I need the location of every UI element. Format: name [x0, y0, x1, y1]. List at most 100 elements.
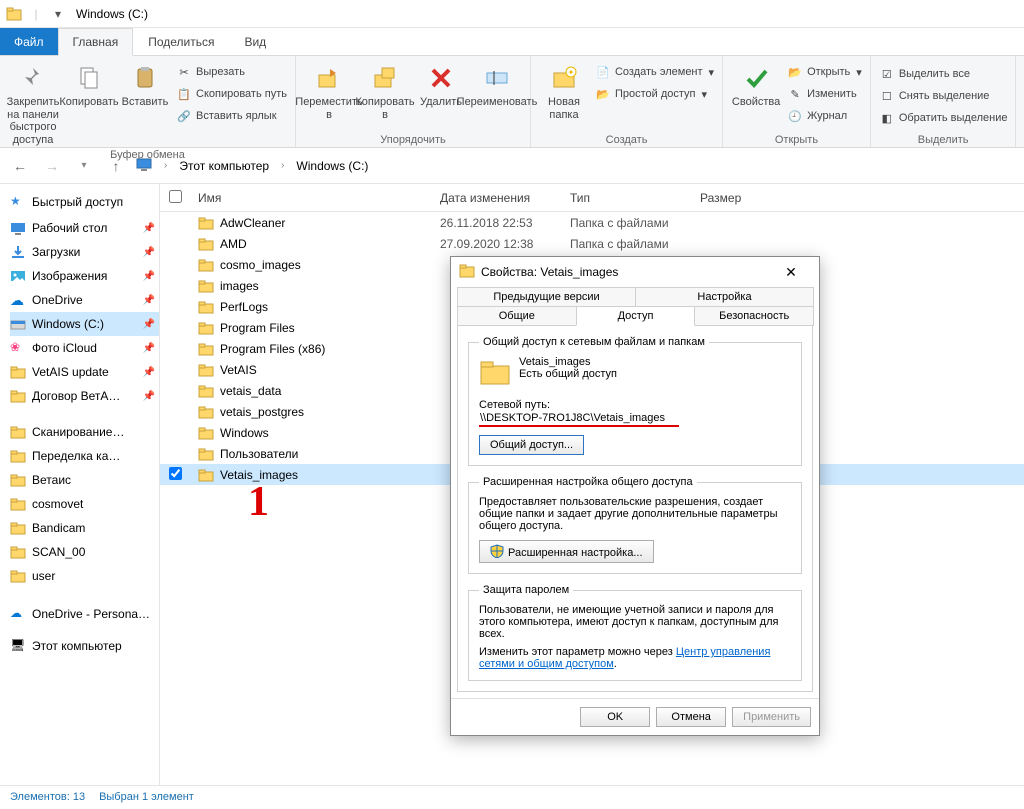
pwd-text1: Пользователи, не имеющие учетной записи …	[479, 604, 791, 640]
dialog-tab-sharing[interactable]: Доступ	[576, 306, 696, 326]
dialog-tab-custom[interactable]: Настройка	[635, 287, 814, 307]
crumb-drive[interactable]: Windows (C:)	[296, 159, 368, 173]
sidebar-item[interactable]: Переделка ка…	[10, 444, 159, 468]
delete-icon	[425, 62, 457, 94]
onedrive-icon: ☁	[10, 292, 26, 308]
ribbon-pin-button[interactable]: Закрепить на панели быстрого доступа	[6, 58, 60, 147]
folder-icon	[459, 263, 475, 282]
folder-icon	[10, 448, 26, 464]
pin-icon: 📌	[143, 223, 155, 234]
ribbon-delete-button[interactable]: Удалить	[414, 58, 468, 132]
ribbon-copy-button[interactable]: Копировать	[62, 58, 116, 147]
share-status: Есть общий доступ	[519, 368, 617, 380]
sidebar-item[interactable]: Рабочий стол📌	[10, 216, 159, 240]
col-checkbox[interactable]	[160, 190, 190, 206]
ribbon-tab-home[interactable]: Главная	[58, 28, 134, 56]
nav-sidebar[interactable]: ★ Быстрый доступ Рабочий стол📌Загрузки📌И…	[0, 184, 160, 785]
ribbon: Закрепить на панели быстрого доступа Коп…	[0, 56, 1024, 148]
dialog-title: Свойства: Vetais_images	[481, 265, 618, 279]
dialog-ok-button[interactable]: OK	[580, 707, 650, 727]
sidebar-item[interactable]: Сканирование…	[10, 420, 159, 444]
ribbon-rename-button[interactable]: Переименовать	[470, 58, 524, 132]
window-title: Windows (C:)	[76, 7, 148, 21]
ribbon-paste-button[interactable]: Вставить	[118, 58, 172, 147]
chevron-icon[interactable]: ›	[164, 160, 167, 171]
qat-folder-icon	[4, 4, 24, 24]
ribbon-tab-view[interactable]: Вид	[229, 28, 281, 55]
sidebar-item[interactable]: cosmovet	[10, 492, 159, 516]
qat-dropdown-icon[interactable]: ▾	[48, 4, 68, 24]
folder-icon	[10, 424, 26, 440]
dialog-tab-security[interactable]: Безопасность	[694, 306, 814, 326]
ribbon-cut-button[interactable]: ✂Вырезать	[174, 62, 289, 82]
folder-icon	[10, 544, 26, 560]
sidebar-item[interactable]: VetAIS update📌	[10, 360, 159, 384]
downloads-icon	[10, 244, 26, 260]
dialog-tab-prev[interactable]: Предыдущие версии	[457, 287, 636, 307]
newitem-icon: 📄	[595, 64, 611, 80]
nav-forward-button[interactable]: →	[40, 154, 64, 178]
table-row[interactable]: AdwCleaner 26.11.2018 22:53 Папка с файл…	[160, 212, 1024, 233]
folder-icon	[10, 568, 26, 584]
table-row[interactable]: AMD 27.09.2020 12:38 Папка с файлами	[160, 233, 1024, 254]
nav-up-button[interactable]: ↑	[104, 154, 128, 178]
sidebar-onedrive-personal[interactable]: ☁ OneDrive - Persona…	[10, 602, 159, 626]
col-date[interactable]: Дата изменения	[440, 191, 570, 205]
ribbon-edit-button[interactable]: ✎Изменить	[785, 84, 864, 104]
status-selected: Выбран 1 элемент	[99, 791, 194, 803]
col-size[interactable]: Размер	[700, 191, 780, 205]
sidebar-item[interactable]: Ветаис	[10, 468, 159, 492]
netpath-value[interactable]: \\DESKTOP-7RO1J8C\Vetais_images	[479, 411, 679, 425]
pin-icon: 📌	[143, 343, 155, 354]
shield-icon	[490, 544, 504, 558]
ribbon-moveto-button[interactable]: Переместить в	[302, 58, 356, 132]
ribbon-newfolder-button[interactable]: ✦Новая папка	[537, 58, 591, 132]
sidebar-item[interactable]: user	[10, 564, 159, 588]
col-type[interactable]: Тип	[570, 191, 700, 205]
window-titlebar: | ▾ Windows (C:)	[0, 0, 1024, 28]
ribbon-tab-share[interactable]: Поделиться	[133, 28, 229, 55]
nav-back-button[interactable]: ←	[8, 154, 32, 178]
col-name[interactable]: Имя	[190, 191, 440, 205]
ribbon-selectnone-button[interactable]: ☐Снять выделение	[877, 86, 1010, 106]
ribbon-easyaccess-button[interactable]: 📂Простой доступ▾	[593, 84, 716, 104]
ribbon-tab-file[interactable]: Файл	[0, 28, 58, 55]
dialog-apply-button[interactable]: Применить	[732, 707, 811, 727]
sidebar-item[interactable]: Изображения📌	[10, 264, 159, 288]
ribbon-selectall-button[interactable]: ☑Выделить все	[877, 64, 1010, 84]
drive-icon	[10, 316, 26, 332]
ribbon-open-button[interactable]: 📂Открыть▾	[785, 62, 864, 82]
ribbon-copypath-button[interactable]: 📋Скопировать путь	[174, 84, 289, 104]
crumb-pc[interactable]: Этот компьютер	[179, 159, 269, 173]
ribbon-paste-shortcut-button[interactable]: 🔗Вставить ярлык	[174, 106, 289, 126]
sidebar-quick-access[interactable]: ★ Быстрый доступ	[10, 190, 159, 214]
sidebar-this-pc[interactable]: 🖥 Этот компьютер	[10, 634, 159, 658]
history-icon: 🕘	[787, 108, 803, 124]
ribbon-properties-button[interactable]: Свойства	[729, 58, 783, 132]
ribbon-group-organize-label: Упорядочить	[302, 132, 524, 146]
selectnone-icon: ☐	[879, 88, 895, 104]
dialog-cancel-button[interactable]: Отмена	[656, 707, 726, 727]
sidebar-item[interactable]: Загрузки📌	[10, 240, 159, 264]
ribbon-copyto-button[interactable]: Копировать в	[358, 58, 412, 132]
sidebar-item[interactable]: SCAN_00	[10, 540, 159, 564]
sidebar-item[interactable]: ❀Фото iCloud📌	[10, 336, 159, 360]
dialog-close-button[interactable]: ✕	[771, 258, 811, 286]
share-button[interactable]: Общий доступ...	[479, 435, 584, 455]
ribbon-history-button[interactable]: 🕘Журнал	[785, 106, 864, 126]
dialog-tab-general[interactable]: Общие	[457, 306, 577, 326]
ribbon-newitem-button[interactable]: 📄Создать элемент▾	[593, 62, 716, 82]
pwd-text2: Изменить этот параметр можно через Центр…	[479, 646, 791, 670]
sidebar-item[interactable]: Договор ВетА…📌	[10, 384, 159, 408]
invert-icon: ◧	[879, 110, 895, 126]
star-icon: ★	[10, 194, 26, 210]
easyaccess-icon: 📂	[595, 86, 611, 102]
chevron-icon[interactable]: ›	[281, 160, 284, 171]
folder-icon	[10, 472, 26, 488]
nav-recent-button[interactable]: ▾	[72, 154, 96, 178]
sidebar-item[interactable]: Windows (C:)📌	[10, 312, 159, 336]
sidebar-item[interactable]: ☁OneDrive📌	[10, 288, 159, 312]
sidebar-item[interactable]: Bandicam	[10, 516, 159, 540]
advanced-button[interactable]: Расширенная настройка...	[479, 540, 654, 563]
ribbon-invert-button[interactable]: ◧Обратить выделение	[877, 108, 1010, 128]
